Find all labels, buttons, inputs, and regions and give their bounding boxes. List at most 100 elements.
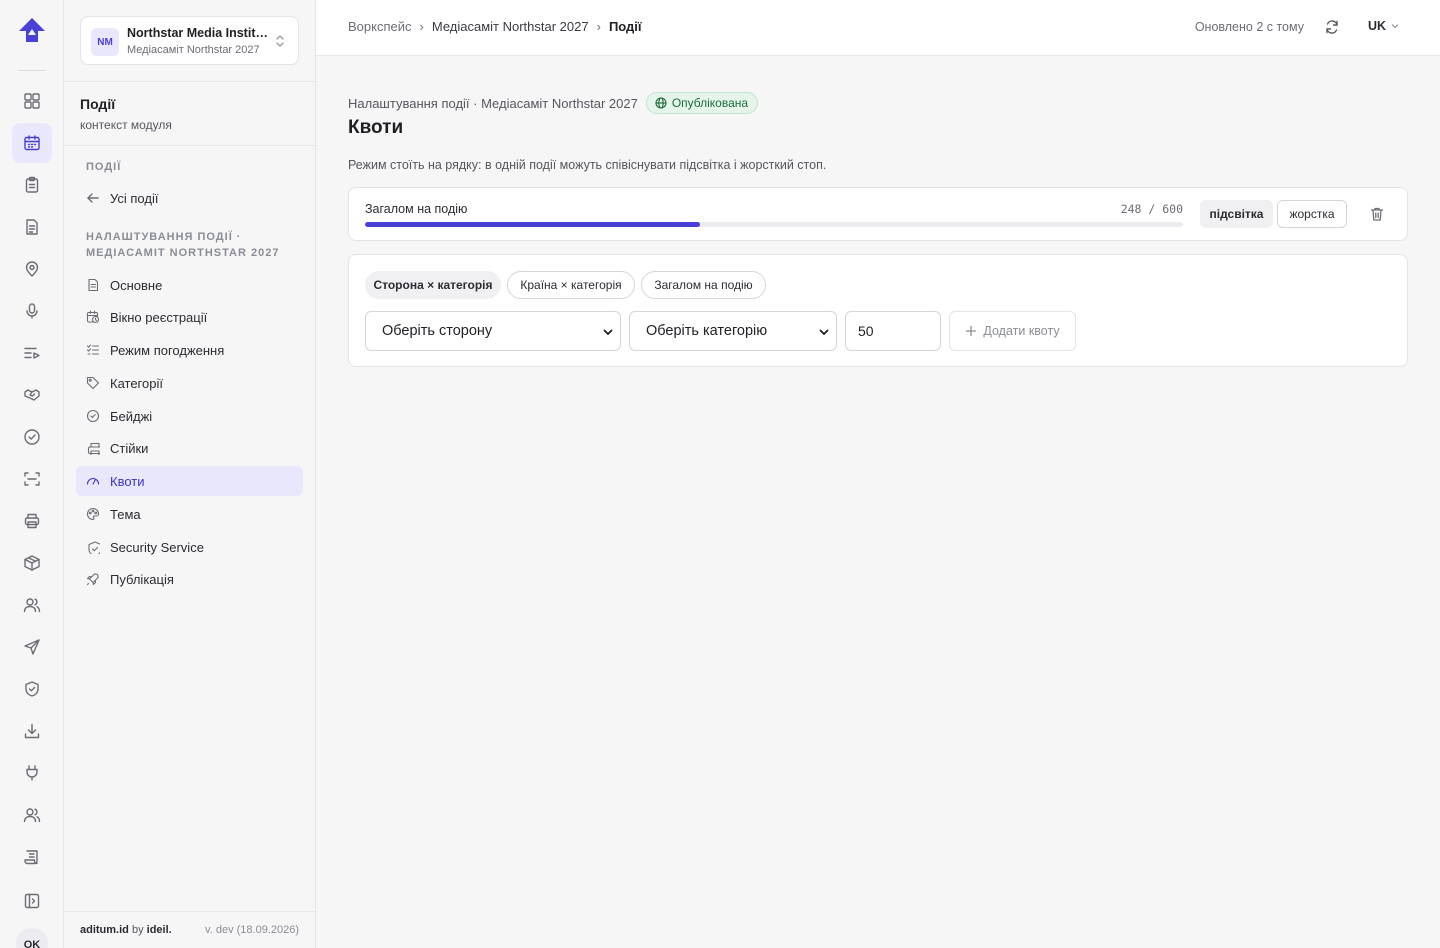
category-select[interactable]: Оберіть категорію xyxy=(629,311,837,351)
mode-soft-button[interactable]: підсвітка xyxy=(1200,200,1273,228)
rail-item-dashboard[interactable] xyxy=(12,81,52,121)
total-quota-row: Загалом на подію 248 / 600 підсвітка жор… xyxy=(348,187,1408,241)
sidebar-item-rocket[interactable]: Публікація xyxy=(76,564,303,594)
shield-icon xyxy=(88,541,100,554)
sidebar-item-label: Публікація xyxy=(110,571,174,587)
sidebar-item-tag[interactable]: Категорії xyxy=(76,368,303,398)
shield-icon xyxy=(25,681,39,697)
sidebar-item-badge[interactable]: Бейджі xyxy=(76,401,303,431)
page-context: Налаштування події · Медіасаміт Northsta… xyxy=(348,92,759,114)
rail-item-plug[interactable] xyxy=(12,753,52,793)
clipboard-icon xyxy=(25,176,39,193)
rail-item-team[interactable] xyxy=(12,795,52,835)
team-icon xyxy=(23,808,41,823)
page-note: Режим стоїть на рядку: в одній події мож… xyxy=(348,158,827,172)
side-select-value: Оберіть сторону xyxy=(382,323,493,339)
box-icon xyxy=(24,555,40,571)
language-switcher[interactable]: UK xyxy=(1368,19,1400,33)
rail-item-shield[interactable] xyxy=(12,669,52,709)
trash-icon[interactable] xyxy=(1369,206,1385,222)
rail-item-agenda[interactable] xyxy=(12,333,52,373)
category-select-value: Оберіть категорію xyxy=(646,323,768,339)
sidebar-item-palette[interactable]: Тема xyxy=(76,499,303,529)
breadcrumb-current: Події xyxy=(608,19,642,34)
plus-icon xyxy=(966,325,977,337)
printer-icon xyxy=(87,442,100,455)
dashboard-icon xyxy=(24,93,40,109)
app-logo-icon[interactable] xyxy=(16,15,48,47)
sidebar-item-label: Основне xyxy=(110,277,163,293)
rail-item-check-circle[interactable] xyxy=(12,417,52,457)
users-icon xyxy=(23,598,41,613)
printer-icon xyxy=(24,513,40,529)
breadcrumb-event[interactable]: Медіасаміт Northstar 2027 xyxy=(432,19,589,34)
segment-country-category[interactable]: Країна × категорія xyxy=(507,271,635,299)
badge-icon xyxy=(86,409,100,423)
breadcrumb-workspace[interactable]: Воркспейс xyxy=(348,19,412,34)
rail-item-document[interactable] xyxy=(12,207,52,247)
back-label: Усі події xyxy=(110,190,159,206)
rocket-icon xyxy=(86,573,99,586)
plug-icon xyxy=(26,765,38,781)
icon-rail: OK xyxy=(0,0,64,948)
footer-brand: aditum.id by ideil. xyxy=(80,924,172,936)
user-avatar[interactable]: OK xyxy=(16,928,48,948)
back-to-all-events[interactable]: Усі події xyxy=(76,183,303,213)
rail-item-clipboard[interactable] xyxy=(12,165,52,205)
quota-progress-track xyxy=(365,222,1183,227)
module-subtitle: контекст модуля xyxy=(80,118,172,132)
rail-item-scan[interactable] xyxy=(12,459,52,499)
sidebar-item-label: Security Service xyxy=(110,539,204,555)
rail-item-send[interactable] xyxy=(12,627,52,667)
rail-item-box[interactable] xyxy=(12,543,52,583)
calendar-icon xyxy=(24,135,40,151)
section-heading-settings: Налаштування події · Медіасаміт Northsta… xyxy=(86,231,280,259)
rail-item-handshake[interactable] xyxy=(12,375,52,415)
add-quota-label: Додати квоту xyxy=(983,324,1060,338)
organization-name: Northstar Media Institute xyxy=(127,26,269,40)
sidebar-item-printer[interactable]: Стійки xyxy=(76,433,303,463)
rail-item-microphone[interactable] xyxy=(12,291,52,331)
quota-amount-input[interactable]: 50 xyxy=(845,311,941,351)
sidebar-item-calendar-clock[interactable]: Вікно реєстрації xyxy=(76,302,303,332)
sidebar-item-shield[interactable]: Security Service xyxy=(76,532,303,562)
organization-badge: NM xyxy=(91,28,119,56)
segment-event-total[interactable]: Загалом на подію xyxy=(641,271,766,299)
sidebar-item-label: Вікно реєстрації xyxy=(110,309,208,325)
sidebar-item-checklist[interactable]: Режим погодження xyxy=(76,335,303,365)
organization-event: Медіасаміт Northstar 2027 xyxy=(127,44,260,56)
chevron-down-icon xyxy=(819,329,829,335)
top-bar: Воркспейс › Медіасаміт Northstar 2027 › … xyxy=(316,0,1440,56)
sidebar-toggle-icon xyxy=(24,893,40,909)
rail-item-printer[interactable] xyxy=(12,501,52,541)
organization-switcher[interactable]: NM Northstar Media Institute Медіасаміт … xyxy=(80,16,299,65)
rail-item-sidebar-toggle[interactable] xyxy=(12,881,52,921)
microphone-icon xyxy=(26,303,38,319)
rail-item-users[interactable] xyxy=(12,585,52,625)
status-badge: Опублікована xyxy=(645,92,759,114)
chevron-up-down-icon xyxy=(276,35,284,47)
rail-divider xyxy=(18,70,46,71)
refresh-icon[interactable] xyxy=(1324,19,1340,35)
mode-hard-button[interactable]: жорстка xyxy=(1277,200,1347,228)
rail-item-scroll[interactable] xyxy=(12,837,52,877)
sidebar-item-gauge[interactable]: Квоти xyxy=(76,466,303,496)
add-quota-button[interactable]: Додати квоту xyxy=(949,311,1076,351)
map-pin-icon xyxy=(25,261,39,277)
quota-row-label: Загалом на подію xyxy=(365,202,468,216)
chevron-down-icon xyxy=(1391,24,1399,29)
side-select[interactable]: Оберіть сторону xyxy=(365,311,621,351)
sidebar-divider xyxy=(64,81,315,82)
rail-item-map-pin[interactable] xyxy=(12,249,52,289)
sidebar-item-file[interactable]: Основне xyxy=(76,270,303,300)
sidebar-item-label: Бейджі xyxy=(110,408,153,424)
sidebar-item-label: Режим погодження xyxy=(110,342,225,358)
agenda-icon xyxy=(24,347,40,359)
rail-item-download[interactable] xyxy=(12,711,52,751)
last-updated-text: Оновлено 2 с тому xyxy=(1194,20,1304,34)
chevron-down-icon xyxy=(603,329,613,335)
rail-item-calendar[interactable] xyxy=(12,123,52,163)
calendar-clock-icon xyxy=(86,310,100,324)
segment-side-category[interactable]: Сторона × категорія xyxy=(365,271,501,299)
sidebar-item-label: Категорії xyxy=(110,375,163,391)
